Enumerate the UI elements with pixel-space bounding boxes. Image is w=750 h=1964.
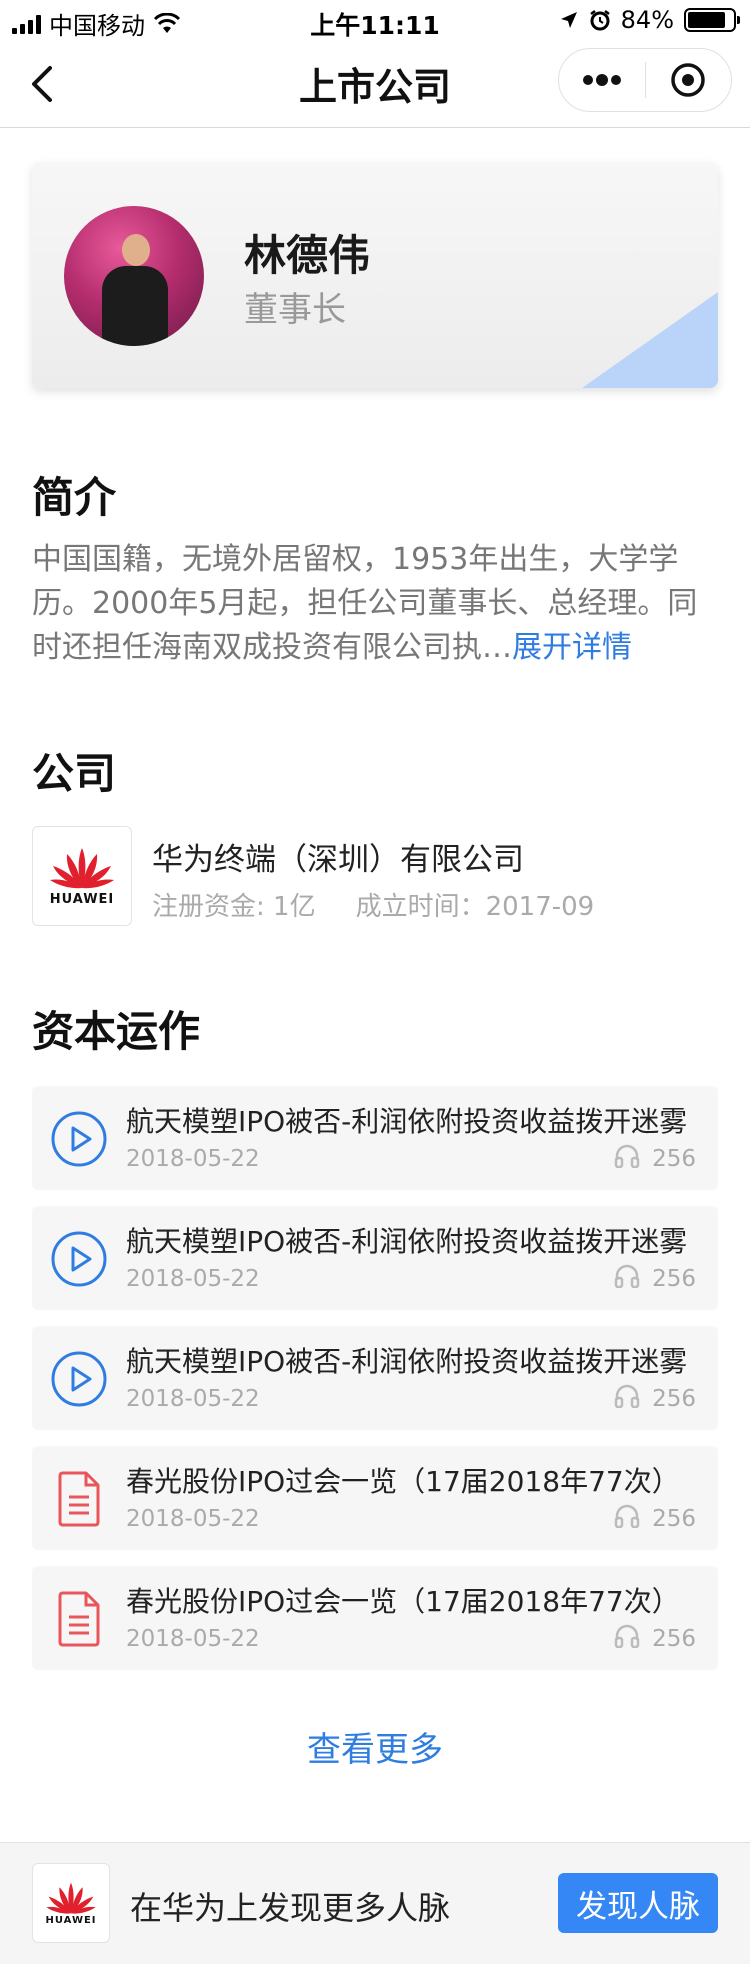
capital-ops-heading: 资本运作 [32, 1007, 201, 1056]
item-date: 2018-05-22 [126, 1506, 260, 1532]
profile-name: 林德伟 [244, 231, 371, 280]
item-date: 2018-05-22 [126, 1146, 260, 1172]
company-name: 华为终端（深圳）有限公司 [152, 842, 524, 878]
capital-ops-item[interactable]: 航天模塑IPO被否-利润依附投资收益拨开迷雾 2018-05-22 256 [32, 1326, 718, 1430]
play-count: 256 [652, 1266, 696, 1292]
huawei-petals-icon [46, 1882, 96, 1914]
play-count: 256 [652, 1506, 696, 1532]
headphones-icon [614, 1384, 640, 1414]
logo-wordmark: HUAWEI [45, 1914, 97, 1926]
item-date: 2018-05-22 [126, 1386, 260, 1412]
more-button[interactable] [559, 48, 645, 112]
profile-card: 林德伟 董事长 [32, 162, 718, 388]
status-bar: 中国移动 上午11:11 84% [0, 0, 750, 40]
play-icon [50, 1110, 108, 1168]
battery-percent: 84% [620, 6, 674, 34]
huawei-logo: HUAWEI [32, 826, 132, 926]
item-title: 航天模塑IPO被否-利润依附投资收益拨开迷雾 [126, 1345, 688, 1378]
huawei-logo: HUAWEI [32, 1863, 110, 1943]
play-count: 256 [652, 1146, 696, 1172]
capital-ops-item[interactable]: 春光股份IPO过会一览（17届2018年77次） 2018-05-22 256 [32, 1566, 718, 1670]
logo-wordmark: HUAWEI [49, 891, 115, 907]
capital-ops-item[interactable]: 航天模塑IPO被否-利润依附投资收益拨开迷雾 2018-05-22 256 [32, 1086, 718, 1190]
capital-ops-item[interactable]: 春光股份IPO过会一览（17届2018年77次） 2018-05-22 256 [32, 1446, 718, 1550]
headphones-icon [614, 1624, 640, 1654]
item-plays: 256 [614, 1264, 696, 1294]
company-item[interactable]: HUAWEI 华为终端（深圳）有限公司 注册资金: 1亿 成立时间：2017-0… [32, 826, 718, 926]
battery-icon [684, 8, 740, 32]
document-icon [50, 1470, 108, 1528]
founded-date: 成立时间：2017-09 [355, 892, 595, 922]
item-title: 春光股份IPO过会一览（17届2018年77次） [126, 1585, 680, 1618]
capital-ops-item[interactable]: 航天模塑IPO被否-利润依附投资收益拨开迷雾 2018-05-22 256 [32, 1206, 718, 1310]
company-heading: 公司 [32, 749, 117, 798]
alarm-icon [589, 10, 610, 31]
bottom-bar: HUAWEI 在华为上发现更多人脉 发现人脉 [0, 1842, 750, 1964]
item-plays: 256 [614, 1144, 696, 1174]
bottom-promo-text: 在华为上发现更多人脉 [130, 1889, 451, 1927]
capital-ops-list: 航天模塑IPO被否-利润依附投资收益拨开迷雾 2018-05-22 256 航天模塑I… [32, 1086, 718, 1686]
intro-heading: 简介 [32, 473, 117, 522]
play-icon [50, 1230, 108, 1288]
item-title: 春光股份IPO过会一览（17届2018年77次） [126, 1465, 680, 1498]
item-title: 航天模塑IPO被否-利润依附投资收益拨开迷雾 [126, 1105, 688, 1138]
play-icon [50, 1350, 108, 1408]
item-plays: 256 [614, 1504, 696, 1534]
item-title: 航天模塑IPO被否-利润依附投资收益拨开迷雾 [126, 1225, 688, 1258]
status-right: 84% [559, 6, 740, 34]
discover-contacts-button[interactable]: 发现人脉 [558, 1873, 718, 1933]
item-plays: 256 [614, 1384, 696, 1414]
item-date: 2018-05-22 [126, 1266, 260, 1292]
play-count: 256 [652, 1626, 696, 1652]
see-more-link[interactable]: 查看更多 [0, 1722, 750, 1771]
company-meta: 注册资金: 1亿 成立时间：2017-09 [152, 886, 594, 923]
more-dots-icon [582, 74, 621, 86]
huawei-petals-icon [50, 847, 114, 888]
profile-role: 董事长 [244, 290, 346, 330]
item-plays: 256 [614, 1624, 696, 1654]
registered-capital: 注册资金: 1亿 [152, 892, 316, 922]
avatar [64, 206, 204, 346]
expand-details-link[interactable]: 展开详情 [512, 630, 632, 665]
headphones-icon [614, 1504, 640, 1534]
play-count: 256 [652, 1386, 696, 1412]
headphones-icon [614, 1264, 640, 1294]
headphones-icon [614, 1144, 640, 1174]
location-arrow-icon [560, 12, 577, 28]
target-circle-icon [671, 63, 705, 97]
nav-bar: 上市公司 [0, 40, 750, 128]
item-date: 2018-05-22 [126, 1626, 260, 1652]
intro-text: 中国国籍，无境外居留权，1953年出生，大学学历。2000年5月起，担任公司董事… [32, 538, 718, 670]
card-corner-decoration [582, 292, 718, 388]
miniapp-capsule [558, 48, 732, 112]
document-icon [50, 1590, 108, 1648]
battery-fill [688, 12, 725, 28]
close-miniapp-button[interactable] [646, 48, 732, 112]
